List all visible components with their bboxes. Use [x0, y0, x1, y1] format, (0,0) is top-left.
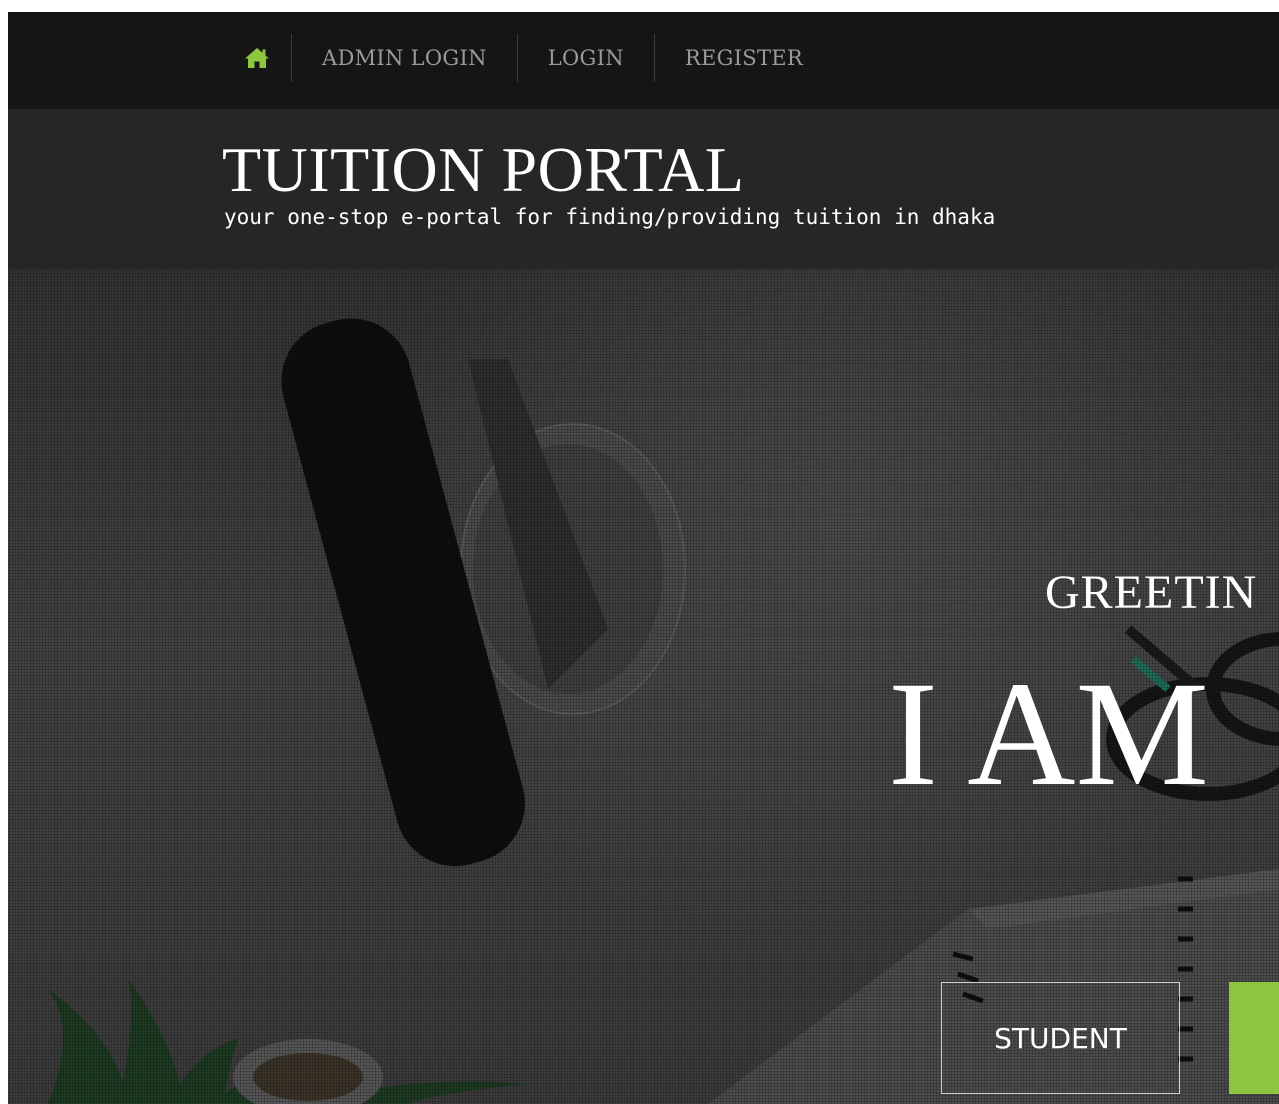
- nav-admin-login[interactable]: ADMIN LOGIN: [292, 34, 518, 82]
- hero-greeting: GREETIN: [1045, 566, 1258, 619]
- top-nav: ADMIN LOGIN LOGIN REGISTER: [8, 12, 1279, 109]
- nav-login[interactable]: LOGIN: [518, 34, 655, 82]
- tutor-button[interactable]: [1229, 982, 1279, 1094]
- nav-register[interactable]: REGISTER: [655, 34, 833, 82]
- site-header: TUITION PORTAL your one-stop e-portal fo…: [8, 109, 1279, 269]
- site-tagline: your one-stop e-portal for finding/provi…: [224, 205, 996, 229]
- page: ADMIN LOGIN LOGIN REGISTER TUITION PORTA…: [8, 12, 1279, 1104]
- hero-section: GREETIN I AM STUDENT: [8, 269, 1279, 1104]
- site-title[interactable]: TUITION PORTAL: [222, 138, 744, 202]
- student-button[interactable]: STUDENT: [941, 982, 1180, 1094]
- nav-list: ADMIN LOGIN LOGIN REGISTER: [222, 34, 833, 82]
- hero-headline: I AM: [888, 651, 1209, 817]
- nav-home-link[interactable]: [222, 34, 292, 82]
- home-icon: [244, 48, 269, 68]
